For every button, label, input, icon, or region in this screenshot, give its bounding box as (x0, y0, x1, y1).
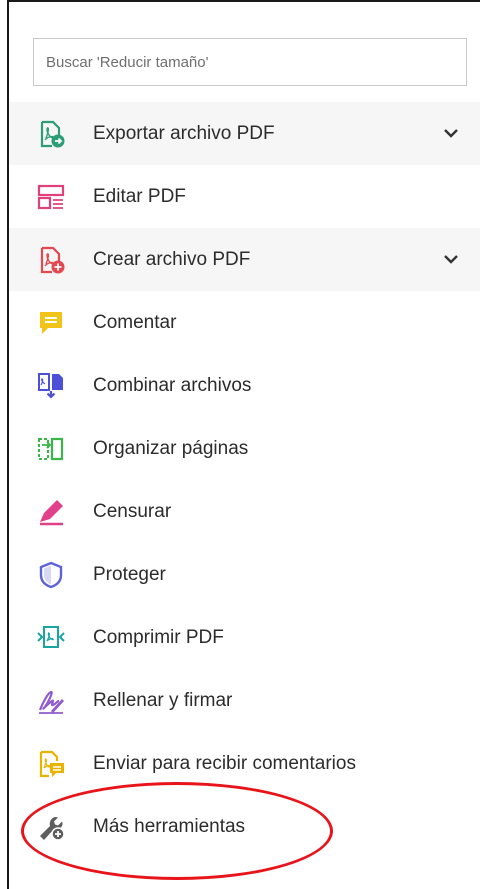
export-pdf-icon (37, 120, 65, 148)
shield-icon (37, 561, 65, 589)
tool-item-comentar[interactable]: Comentar (9, 291, 480, 354)
tool-label: Comentar (93, 311, 177, 333)
tool-label: Crear archivo PDF (93, 248, 251, 270)
tool-label: Proteger (93, 563, 166, 585)
organize-pages-icon (37, 435, 65, 463)
send-for-comments-icon (37, 750, 65, 778)
comment-icon (37, 309, 65, 337)
chevron-down-icon[interactable] (442, 124, 460, 142)
tool-item-exportar[interactable]: Exportar archivo PDF (9, 102, 480, 165)
tool-item-editar[interactable]: Editar PDF (9, 165, 480, 228)
tool-item-comprimir[interactable]: Comprimir PDF (9, 606, 480, 669)
tool-label: Más herramientas (93, 815, 246, 837)
tool-item-censurar[interactable]: Censurar (9, 480, 480, 543)
redact-icon (37, 498, 65, 526)
tool-item-combinar[interactable]: Combinar archivos (9, 354, 480, 417)
tool-list: Exportar archivo PDF Editar PDF Crear ar… (9, 102, 480, 858)
chevron-down-icon[interactable] (442, 250, 460, 268)
more-tools-icon (37, 813, 65, 841)
tool-label: Organizar páginas (93, 437, 249, 459)
tools-panel: Exportar archivo PDF Editar PDF Crear ar… (7, 0, 480, 889)
create-pdf-icon (37, 246, 65, 274)
tool-label: Censurar (93, 500, 172, 522)
tool-label: Editar PDF (93, 185, 186, 207)
combine-files-icon (37, 372, 65, 400)
compress-pdf-icon (37, 624, 65, 652)
tool-label: Exportar archivo PDF (93, 122, 275, 144)
tool-label: Comprimir PDF (93, 626, 224, 648)
search-input[interactable] (33, 38, 467, 86)
tool-item-organizar[interactable]: Organizar páginas (9, 417, 480, 480)
edit-pdf-icon (37, 183, 65, 211)
tool-item-proteger[interactable]: Proteger (9, 543, 480, 606)
fill-sign-icon (37, 687, 65, 715)
tool-item-crear[interactable]: Crear archivo PDF (9, 228, 480, 291)
tool-label: Rellenar y firmar (93, 689, 233, 711)
tool-label: Combinar archivos (93, 374, 252, 396)
tool-item-rellenar[interactable]: Rellenar y firmar (9, 669, 480, 732)
tool-item-mas[interactable]: Más herramientas (9, 795, 480, 858)
tool-item-enviar[interactable]: Enviar para recibir comentarios (9, 732, 480, 795)
tool-label: Enviar para recibir comentarios (93, 752, 356, 774)
